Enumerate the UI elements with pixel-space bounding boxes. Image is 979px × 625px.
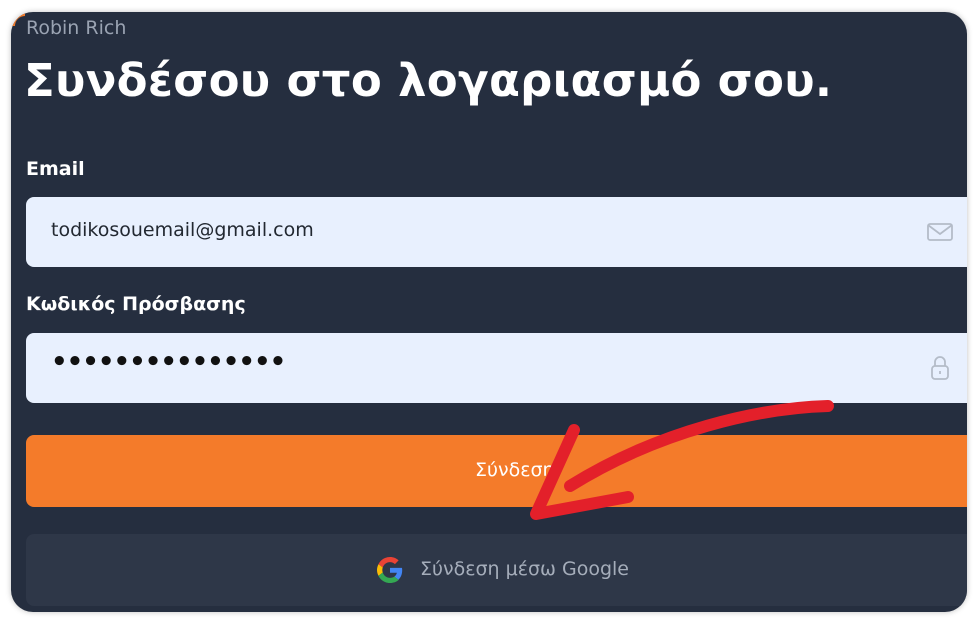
email-field[interactable]: todikosouemail@gmail.com (26, 197, 967, 267)
email-value: todikosouemail@gmail.com (51, 219, 314, 241)
accent-corner (11, 12, 25, 26)
envelope-icon (927, 223, 953, 241)
google-icon (377, 557, 403, 583)
google-login-label: Σύνδεση μέσω Google (420, 558, 629, 580)
page-title: Συνδέσου στο λογαριασμό σου. (24, 54, 833, 107)
login-button[interactable]: Σύνδεση (26, 435, 967, 507)
password-label: Κωδικός Πρόσβασης (26, 293, 246, 315)
password-field[interactable]: ••••••••••••••• (26, 333, 967, 403)
lock-icon (931, 356, 949, 380)
brand-name: Robin Rich (26, 17, 127, 39)
login-button-label: Σύνδεση (475, 459, 555, 481)
email-label: Email (26, 158, 85, 180)
google-login-button[interactable]: Σύνδεση μέσω Google (26, 534, 967, 606)
password-value: ••••••••••••••• (51, 347, 286, 377)
login-panel: Robin Rich Συνδέσου στο λογαριασμό σου. … (11, 12, 967, 612)
